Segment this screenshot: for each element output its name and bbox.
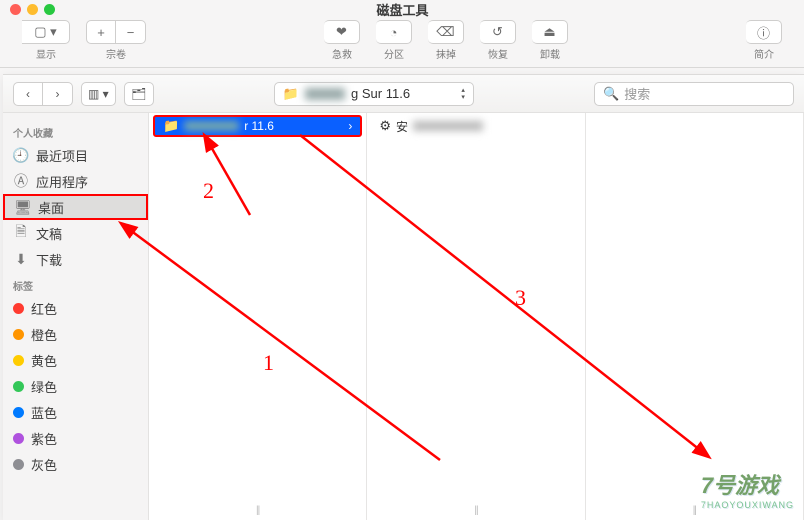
watermark: 7号游戏 7HAOYOUXIWANG <box>701 468 794 510</box>
column-resize-handle[interactable]: || <box>256 505 259 516</box>
view-button[interactable]: ▢ ▾ <box>22 20 70 44</box>
back-button[interactable]: ‹ <box>13 82 43 106</box>
remove-volume-button[interactable]: − <box>116 20 146 44</box>
updown-icon: ▴▾ <box>461 87 465 101</box>
search-icon: 🔍 <box>603 86 619 102</box>
folder-item-selected[interactable]: 📁 r 11.6 › <box>153 115 362 137</box>
tag-yellow[interactable]: 黄色 <box>3 347 148 373</box>
sidebar-item-downloads[interactable]: ⬇下载 <box>3 246 148 272</box>
minimize-button[interactable] <box>27 4 38 15</box>
view-group: ▢ ▾ 显示 <box>22 20 70 61</box>
tag-dot-icon <box>13 459 24 470</box>
tag-gray[interactable]: 灰色 <box>3 451 148 477</box>
column-3[interactable]: || <box>586 113 804 520</box>
folder-icon: 📁 <box>283 86 299 102</box>
info-button[interactable]: ⓘ <box>746 20 782 44</box>
tag-purple[interactable]: 紫色 <box>3 425 148 451</box>
titlebar: 磁盘工具 <box>0 0 804 14</box>
unmount-button[interactable]: ⏏ <box>532 20 568 44</box>
favorites-header: 个人收藏 <box>3 119 148 142</box>
search-field[interactable]: 🔍 搜索 <box>594 82 794 106</box>
view-mode-button[interactable]: ▥ ▾ <box>81 82 116 106</box>
diskutil-toolbar: ▢ ▾ 显示 + − 宗卷 ❤︎急救 ◔分区 ⌫抹掉 ↺恢复 ⏏卸载 ⓘ简介 <box>0 14 804 68</box>
volume-group: + − 宗卷 <box>86 20 146 61</box>
app-item[interactable]: ⚙︎ 安 <box>371 115 580 137</box>
group-button[interactable]: 🗂 <box>124 82 154 106</box>
folder-icon: 📁 <box>163 118 179 134</box>
tag-dot-icon <box>13 433 24 444</box>
finder-toolbar: ‹ › ▥ ▾ 🗂 📁 g Sur 11.6 ▴▾ 🔍 搜索 <box>3 75 804 113</box>
chevron-right-icon: › <box>348 119 352 133</box>
column-resize-handle[interactable]: || <box>693 505 696 516</box>
column-1[interactable]: 📁 r 11.6 › || <box>149 113 367 520</box>
add-volume-button[interactable]: + <box>86 20 116 44</box>
sidebar-item-documents[interactable]: 🗎文稿 <box>3 220 148 246</box>
column-view: 📁 r 11.6 › || ⚙︎ 安 || || <box>149 113 804 520</box>
doc-icon: 🗎 <box>13 221 29 245</box>
app-icon: ⚙︎ <box>379 118 391 134</box>
app-icon: Ⓐ <box>13 171 29 191</box>
blurred-text <box>184 121 239 131</box>
tag-green[interactable]: 绿色 <box>3 373 148 399</box>
blurred-text <box>305 88 345 100</box>
sidebar-item-applications[interactable]: Ⓐ应用程序 <box>3 168 148 194</box>
sidebar-item-desktop[interactable]: 🖥桌面 <box>3 194 148 220</box>
sidebar-item-recents[interactable]: 🕘最近项目 <box>3 142 148 168</box>
column-2[interactable]: ⚙︎ 安 || <box>367 113 585 520</box>
tag-dot-icon <box>13 381 24 392</box>
finder-sidebar: 个人收藏 🕘最近项目 Ⓐ应用程序 🖥桌面 🗎文稿 ⬇下载 标签 红色 橙色 黄色… <box>3 113 149 520</box>
tag-dot-icon <box>13 355 24 366</box>
folder-icon: 🗂 <box>131 87 146 101</box>
tag-orange[interactable]: 橙色 <box>3 321 148 347</box>
finder-window: ‹ › ▥ ▾ 🗂 📁 g Sur 11.6 ▴▾ 🔍 搜索 个人收藏 🕘最近项… <box>3 74 804 520</box>
erase-button[interactable]: ⌫ <box>428 20 464 44</box>
clock-icon: 🕘 <box>13 147 29 164</box>
restore-button[interactable]: ↺ <box>480 20 516 44</box>
tags-header: 标签 <box>3 272 148 295</box>
maximize-button[interactable] <box>44 4 55 15</box>
tag-dot-icon <box>13 303 24 314</box>
forward-button[interactable]: › <box>43 82 73 106</box>
tag-red[interactable]: 红色 <box>3 295 148 321</box>
firstaid-button[interactable]: ❤︎ <box>324 20 360 44</box>
path-name: g Sur 11.6 <box>351 86 410 101</box>
tag-blue[interactable]: 蓝色 <box>3 399 148 425</box>
tag-dot-icon <box>13 329 24 340</box>
window-title: 磁盘工具 <box>61 0 794 19</box>
path-control[interactable]: 📁 g Sur 11.6 ▴▾ <box>274 82 474 106</box>
tag-dot-icon <box>13 407 24 418</box>
desktop-icon: 🖥 <box>15 199 31 216</box>
partition-button[interactable]: ◔ <box>376 20 412 44</box>
blurred-text <box>413 121 483 131</box>
close-button[interactable] <box>10 4 21 15</box>
download-icon: ⬇ <box>13 251 29 268</box>
column-resize-handle[interactable]: || <box>474 505 477 516</box>
search-placeholder: 搜索 <box>624 84 650 103</box>
